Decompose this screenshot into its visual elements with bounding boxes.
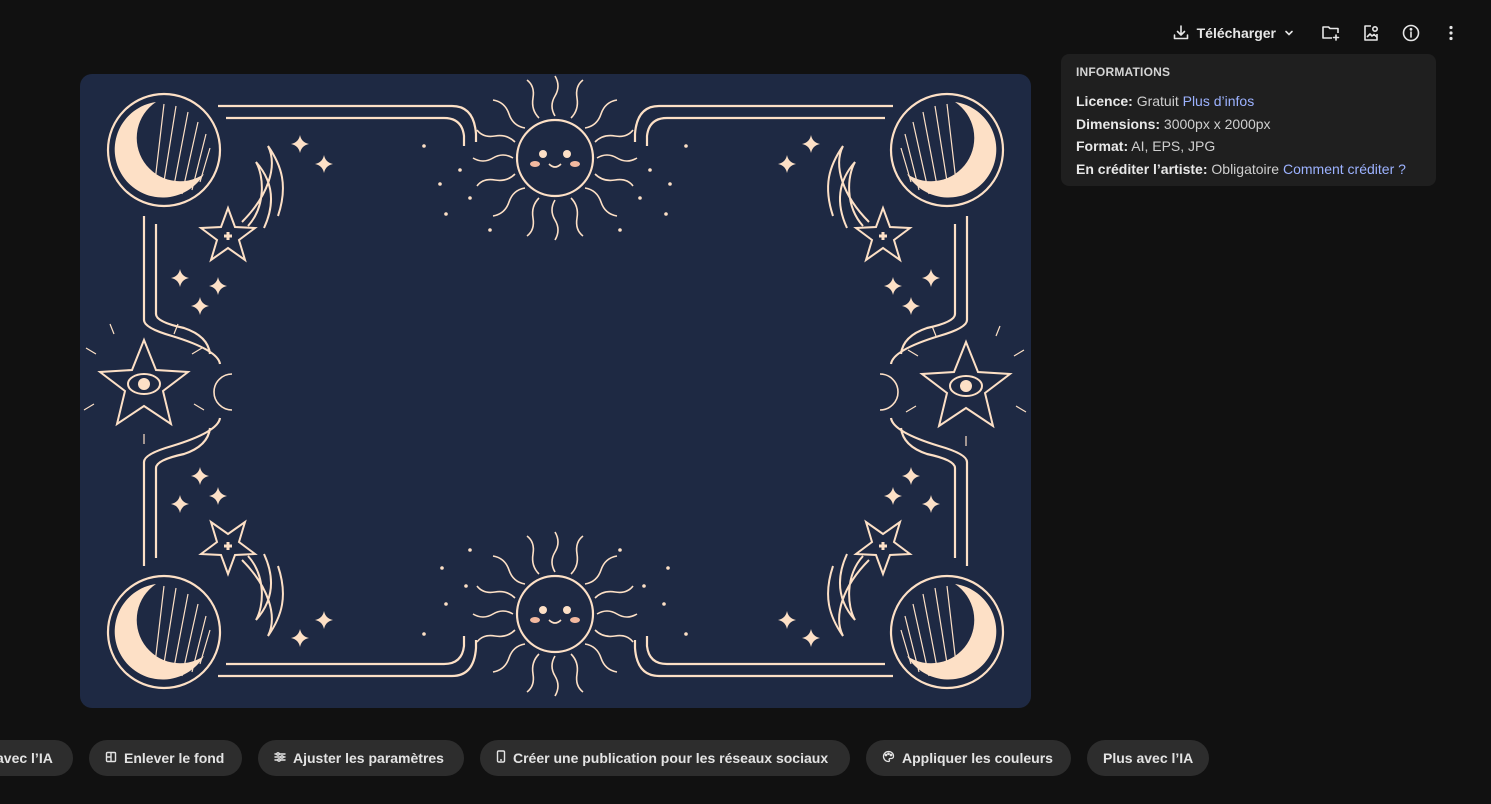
info-panel: INFORMATIONS Licence: Gratuit Plus d’inf…: [1061, 54, 1436, 186]
sliders-icon: [274, 750, 286, 766]
format-label: Format:: [1076, 138, 1129, 154]
apply-colors-label: Appliquer les couleurs: [902, 750, 1053, 766]
create-social-post-button[interactable]: Créer une publication pour les réseaux s…: [480, 740, 850, 776]
download-button[interactable]: Télécharger: [1164, 18, 1303, 48]
license-more-info-link[interactable]: Plus d’infos: [1183, 93, 1255, 109]
how-to-credit-link[interactable]: Comment créditer ?: [1283, 161, 1406, 177]
more-vertical-icon: [1441, 23, 1461, 43]
remove-background-button[interactable]: Enlever le fond: [89, 740, 242, 776]
credit-row: En créditer l’artiste: Obligatoire Comme…: [1076, 158, 1421, 181]
info-button[interactable]: [1391, 18, 1431, 48]
more-with-ai-label: Plus avec l’IA: [1103, 750, 1194, 766]
crescent-moon-icon: [889, 92, 1005, 208]
download-icon: [1172, 24, 1190, 42]
dimensions-row: Dimensions: 3000px x 2000px: [1076, 113, 1421, 136]
license-value: Gratuit: [1136, 93, 1179, 109]
add-to-collection-button[interactable]: [1311, 18, 1351, 48]
adjust-settings-button[interactable]: Ajuster les paramètres: [258, 740, 464, 776]
phone-icon: [496, 750, 506, 766]
small-crescent-icons: [213, 373, 899, 411]
image-preview[interactable]: [80, 74, 1031, 708]
sun-face-icon: [471, 74, 639, 242]
credit-value: Obligatoire: [1211, 160, 1280, 177]
palette-icon: [882, 750, 895, 766]
remove-background-icon: [105, 750, 117, 766]
more-with-ai-button[interactable]: Plus avec l’IA: [1087, 740, 1209, 776]
create-social-post-label: Créer une publication pour les réseaux s…: [513, 750, 829, 766]
info-panel-title: INFORMATIONS: [1076, 65, 1171, 79]
dimensions-label: Dimensions:: [1076, 115, 1161, 132]
eye-star-icon: [83, 323, 205, 445]
crescent-moon-icon: [106, 574, 222, 690]
format-value: AI, EPS, JPG: [1131, 138, 1216, 154]
credit-label: En créditer l’artiste:: [1076, 160, 1208, 177]
sparkle-icons: [171, 135, 940, 647]
adjust-settings-label: Ajuster les paramètres: [293, 750, 444, 766]
dimensions-value: 3000px x 2000px: [1163, 115, 1271, 132]
crescent-moon-icon: [106, 92, 222, 208]
star-dots: [422, 144, 688, 636]
ai-action-chip[interactable]: avec l’IA: [0, 740, 73, 776]
remove-background-label: Enlever le fond: [124, 750, 225, 766]
format-row: Format: AI, EPS, JPG: [1076, 135, 1421, 158]
download-label: Télécharger: [1196, 25, 1276, 41]
shooting-star-icon: [826, 144, 912, 262]
shooting-star-icon: [199, 144, 285, 262]
more-options-button[interactable]: [1431, 18, 1471, 48]
sun-face-icon: [471, 530, 639, 698]
shooting-star-icon: [199, 520, 285, 638]
ai-action-label: avec l’IA: [0, 750, 53, 766]
edit-image-button[interactable]: [1351, 18, 1391, 48]
apply-colors-button[interactable]: Appliquer les couleurs: [866, 740, 1071, 776]
crescent-moon-icon: [889, 574, 1005, 690]
chevron-down-icon: [1283, 27, 1295, 39]
license-row: Licence: Gratuit Plus d’infos: [1076, 90, 1421, 113]
license-label: Licence:: [1076, 93, 1133, 109]
folder-add-icon: [1321, 23, 1341, 43]
celestial-frame-illustration: [83, 74, 1027, 698]
info-icon: [1401, 23, 1421, 43]
image-user-icon: [1361, 23, 1381, 43]
top-toolbar: Télécharger: [1164, 18, 1471, 48]
eye-star-icon: [905, 325, 1027, 447]
shooting-star-icon: [826, 520, 912, 638]
